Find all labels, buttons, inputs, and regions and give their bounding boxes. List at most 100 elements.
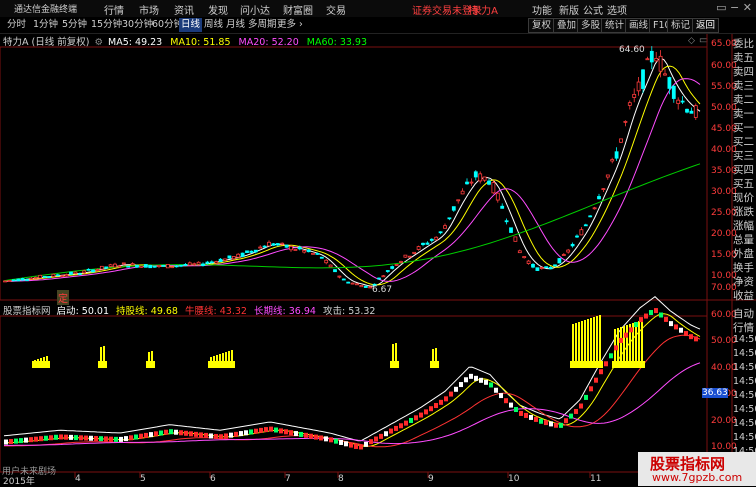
quote-panel-row: 换手 xyxy=(733,262,754,274)
indicator-block xyxy=(579,403,583,409)
quote-panel-row: 外盘 xyxy=(733,248,754,260)
quote-panel-row: 14:50 xyxy=(733,390,756,401)
indicator-block xyxy=(564,418,568,424)
indicator-block xyxy=(479,377,483,383)
quote-panel-row: 收益 xyxy=(733,290,754,302)
candle-body xyxy=(685,108,689,113)
indicator-block xyxy=(684,331,688,337)
signal-bar xyxy=(596,316,598,368)
indicator-block xyxy=(404,420,408,426)
candle-body xyxy=(209,261,214,264)
indicator-block xyxy=(619,337,623,343)
indicator-block xyxy=(634,322,638,328)
candle-body xyxy=(324,259,329,264)
qidong-line xyxy=(3,296,701,442)
indicator-block xyxy=(354,443,358,449)
candle-body xyxy=(526,260,531,264)
candle-body xyxy=(130,263,135,266)
quote-panel-row: 卖五 xyxy=(733,52,754,64)
quote-panel-row: 买三 xyxy=(733,150,754,162)
candle-body xyxy=(205,261,210,264)
candle-body xyxy=(465,181,469,185)
indicator-block xyxy=(44,435,48,441)
signal-bar xyxy=(581,321,583,368)
indicator-block xyxy=(669,321,673,327)
candle-body xyxy=(60,275,65,278)
candle-body xyxy=(315,253,320,255)
quote-panel-row: 自动 xyxy=(733,308,754,320)
candle-body xyxy=(500,205,505,209)
candle-body xyxy=(275,243,280,246)
indicator-block xyxy=(364,441,368,447)
indicator-block xyxy=(489,382,493,388)
candle-body xyxy=(610,159,615,162)
candle-body xyxy=(429,238,434,241)
indicator-block xyxy=(694,336,698,342)
candle-body xyxy=(434,236,439,241)
indicator-block xyxy=(129,435,133,441)
candle-body xyxy=(645,58,650,61)
candle-body xyxy=(350,282,355,285)
candle-body xyxy=(293,249,298,251)
candle-body xyxy=(390,266,395,269)
indicator-block xyxy=(629,327,633,333)
indicator-block xyxy=(264,427,268,433)
candle-body xyxy=(267,241,271,247)
candle-body xyxy=(416,246,421,250)
signal-bar xyxy=(593,317,595,368)
indicator-block xyxy=(239,431,243,437)
quote-panel-row: 现价 xyxy=(733,192,754,204)
main-chart-frame xyxy=(0,46,708,301)
candle-body xyxy=(535,267,540,271)
quote-panel-row: 14:50 xyxy=(733,362,756,373)
chart-canvas[interactable] xyxy=(0,0,756,487)
indicator-block xyxy=(184,430,188,436)
candle-body xyxy=(240,252,245,257)
candle-body xyxy=(583,224,588,227)
indicator-block xyxy=(144,432,148,438)
candle-body xyxy=(451,206,456,211)
indicator-block xyxy=(314,434,318,440)
indicator-block xyxy=(39,436,43,442)
indicator-block xyxy=(389,428,393,434)
candle-body xyxy=(341,278,346,281)
indicator-block xyxy=(159,430,163,436)
indicator-block xyxy=(464,377,468,383)
time-axis-label: 8 xyxy=(338,474,344,484)
candle-body xyxy=(302,250,307,253)
candle-body xyxy=(319,256,324,259)
candle-body xyxy=(11,279,16,282)
candle-body xyxy=(192,263,197,266)
indicator-block xyxy=(99,436,103,442)
candle-body xyxy=(394,264,399,266)
candle-body xyxy=(218,258,223,263)
candle-body xyxy=(82,270,87,274)
candle-body xyxy=(227,255,232,259)
candle-body xyxy=(42,275,47,278)
indicator-block xyxy=(74,435,78,441)
candle-body xyxy=(649,50,654,63)
quote-panel-row: 买五 xyxy=(733,178,754,190)
candle-body xyxy=(663,73,667,76)
indicator-block xyxy=(614,345,618,351)
indicator-block xyxy=(474,375,478,381)
candle-body xyxy=(381,275,386,278)
quote-panel-row: 14:50 xyxy=(733,418,756,429)
candle-body xyxy=(482,176,487,181)
candle-body xyxy=(443,225,447,229)
signal-bar xyxy=(599,315,601,368)
indicator-block xyxy=(514,407,518,413)
candle-body xyxy=(29,277,34,280)
quote-panel-row: 14:50 xyxy=(733,334,756,345)
candle-body xyxy=(495,192,500,201)
candle-body xyxy=(619,138,623,143)
indicator-block xyxy=(19,438,23,444)
indicator-block xyxy=(79,435,83,441)
time-axis-label: 2015年 xyxy=(3,477,35,487)
candle-body xyxy=(579,229,584,236)
indicator-block xyxy=(644,313,648,319)
candle-body xyxy=(473,171,478,178)
candle-body xyxy=(289,246,293,251)
candle-body xyxy=(447,217,452,220)
indicator-block xyxy=(229,432,233,438)
